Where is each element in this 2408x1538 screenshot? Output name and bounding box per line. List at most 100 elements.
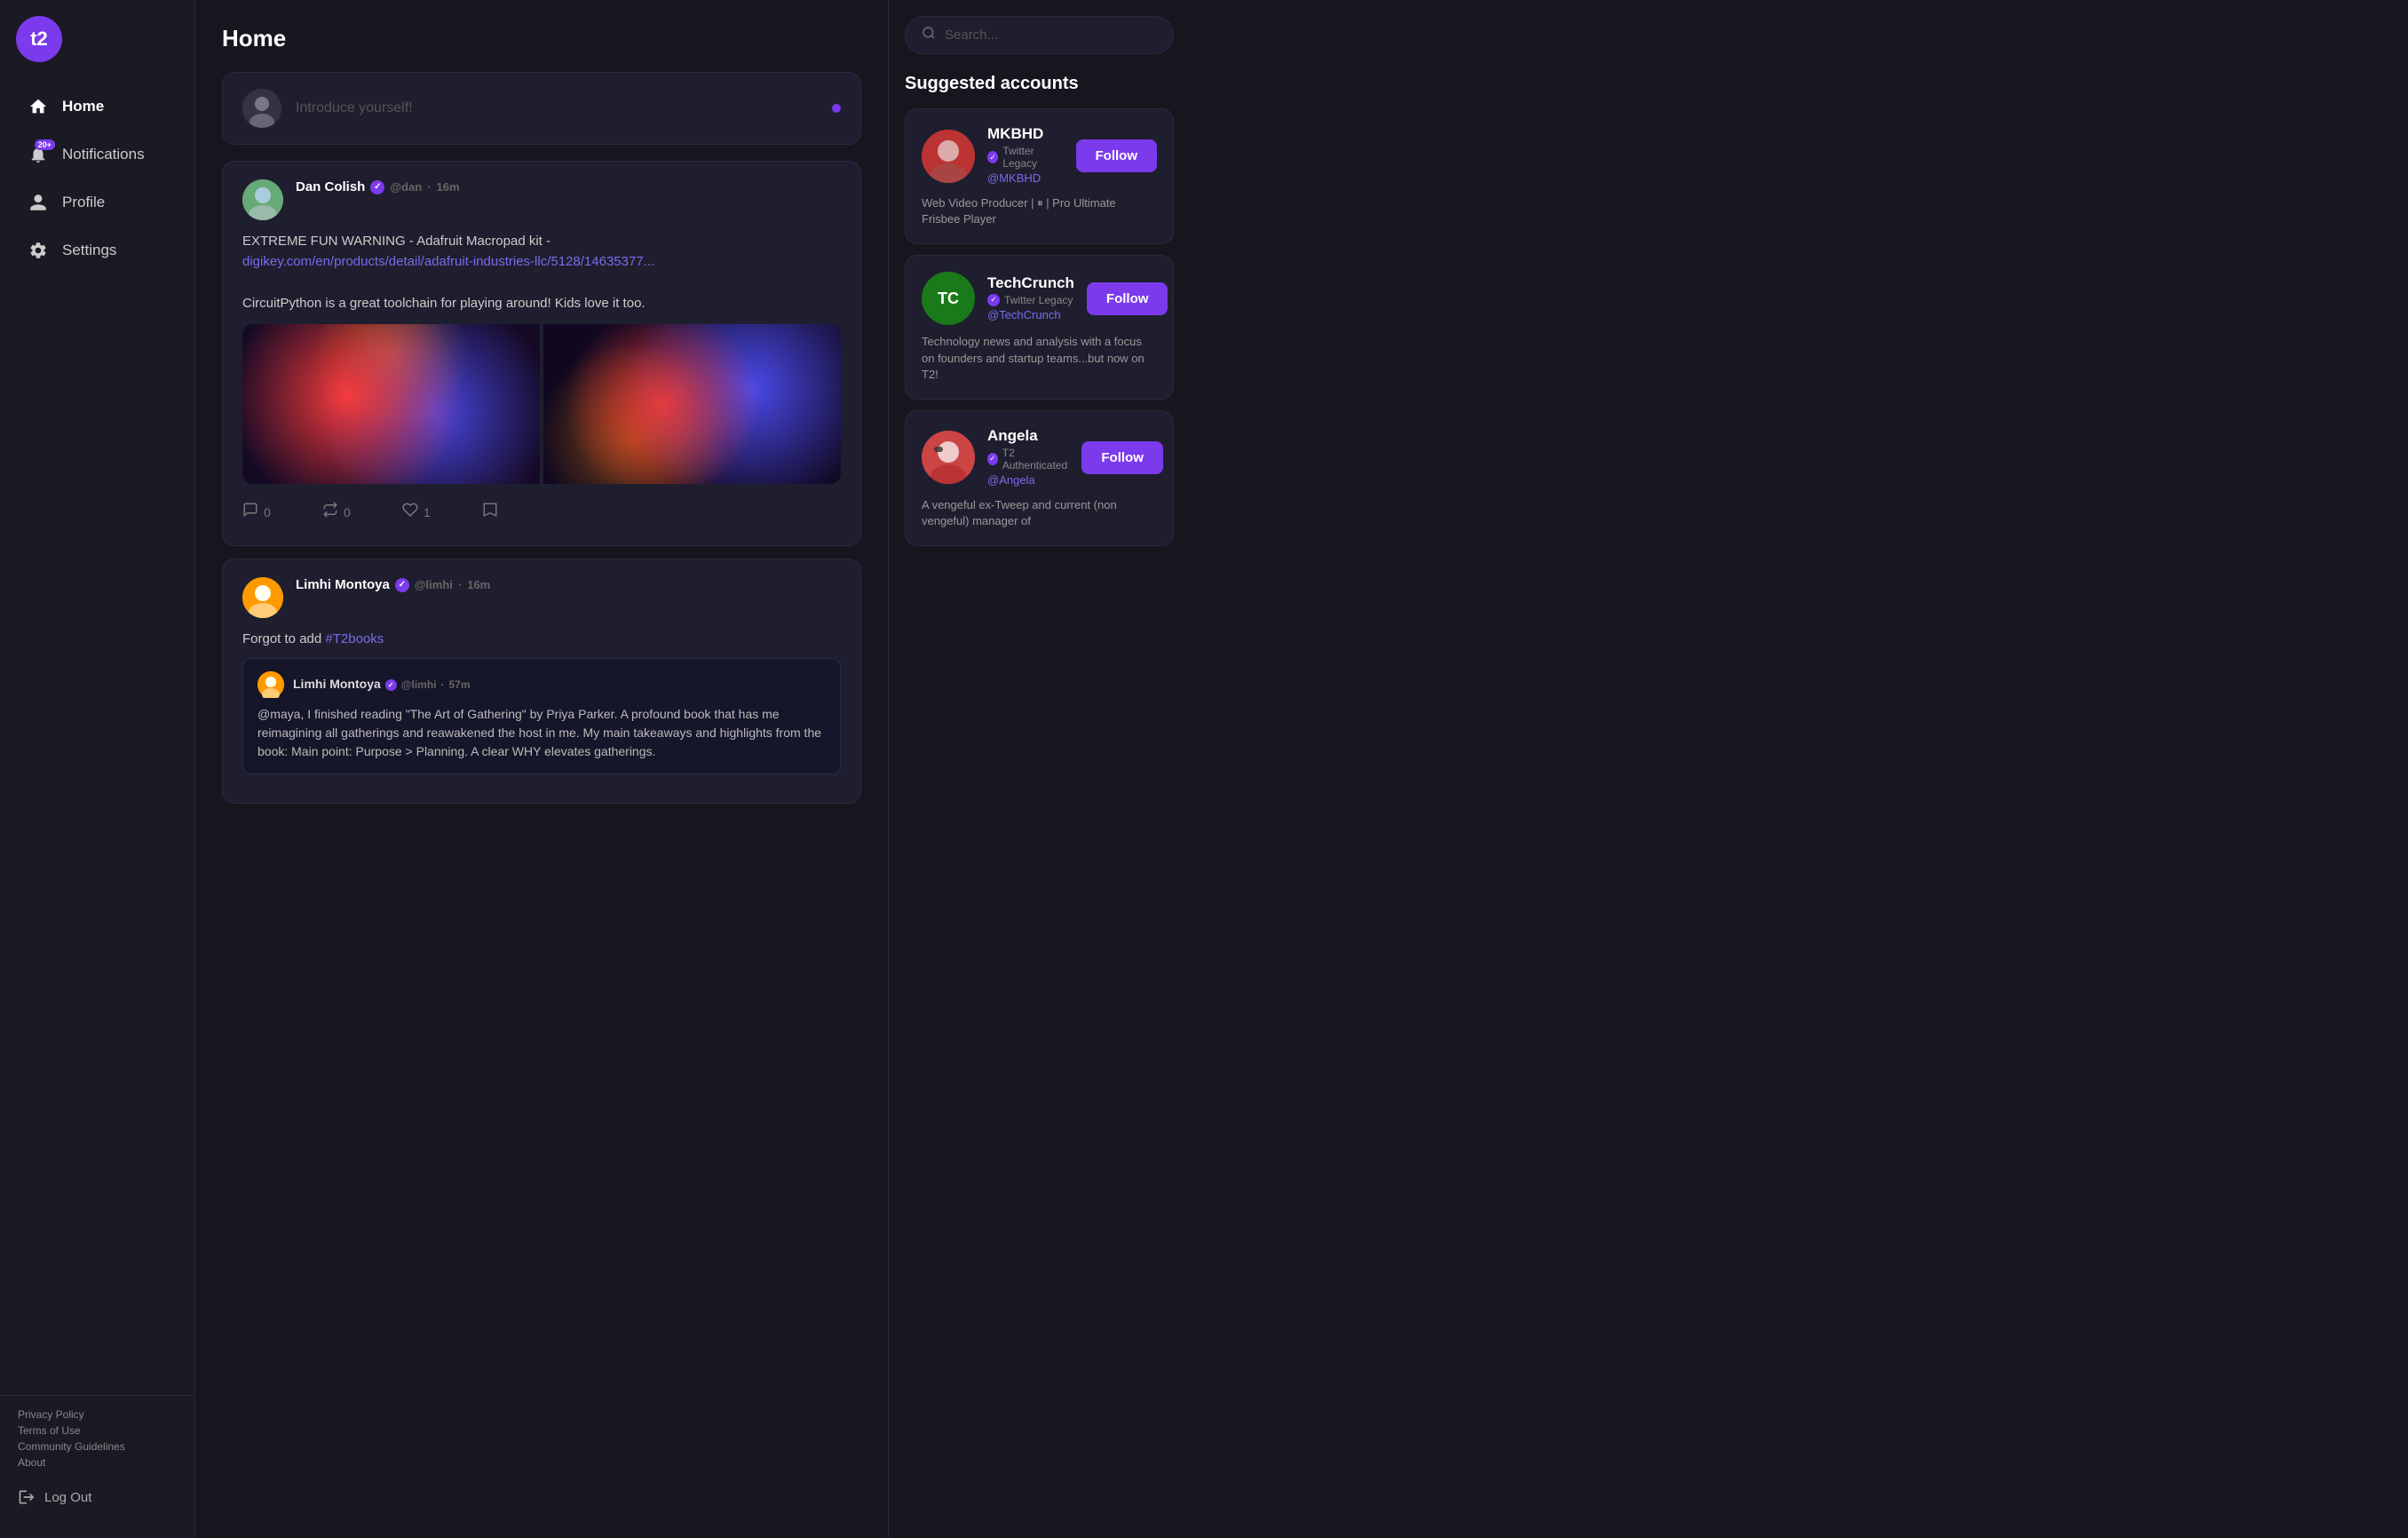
quoted-post: Limhi Montoya ✓ @limhi · 57m @maya, I fi…	[242, 658, 841, 774]
footer-link-about[interactable]: About	[18, 1456, 177, 1469]
sidebar-label-settings: Settings	[62, 242, 116, 259]
suggested-handle: @MKBHD	[987, 171, 1064, 185]
suggested-avatar-tc: TC	[922, 272, 975, 325]
quoted-body: @maya, I finished reading "The Art of Ga…	[257, 705, 826, 761]
suggested-top: Angela ✓ T2 Authenticated @Angela Follow	[922, 427, 1157, 488]
post-handle: @limhi	[415, 578, 453, 591]
suggested-desc-mkbhd: Web Video Producer | ⏸ | Pro Ultimate Fr…	[922, 195, 1157, 227]
bookmark-action[interactable]	[482, 496, 562, 527]
post-body: Forgot to add #T2books Limhi Montoya ✓ @…	[242, 629, 841, 774]
sidebar-item-notifications[interactable]: 20+ Notifications	[9, 131, 186, 178]
post-actions: 0 0 1	[242, 496, 841, 527]
suggested-handle: @TechCrunch	[987, 308, 1074, 321]
suggested-badge: ✓ T2 Authenticated	[987, 447, 1069, 472]
sidebar-label-notifications: Notifications	[62, 146, 145, 163]
search-icon	[922, 26, 936, 44]
suggested-avatar-mkbhd	[922, 130, 975, 183]
suggested-info-angela: Angela ✓ T2 Authenticated @Angela	[987, 427, 1069, 488]
repost-icon	[322, 502, 338, 522]
suggested-card-mkbhd: MKBHD ✓ Twitter Legacy @MKBHD Follow Web…	[905, 108, 1174, 244]
post-text-main: EXTREME FUN WARNING - Adafruit Macropad …	[242, 234, 551, 249]
search-bar[interactable]	[905, 16, 1174, 54]
quoted-author: Limhi Montoya ✓ @limhi · 57m	[293, 675, 471, 694]
page-title: Home	[222, 25, 861, 52]
suggested-avatar-angela	[922, 431, 975, 484]
bell-icon: 20+	[27, 143, 50, 166]
badge-label: Twitter Legacy	[1002, 145, 1063, 170]
footer-link-privacy[interactable]: Privacy Policy	[18, 1408, 177, 1421]
repost-count: 0	[344, 505, 351, 519]
quoted-header: Limhi Montoya ✓ @limhi · 57m	[257, 671, 826, 698]
footer-link-terms[interactable]: Terms of Use	[18, 1424, 177, 1437]
suggested-name: MKBHD	[987, 125, 1064, 143]
quoted-avatar	[257, 671, 284, 698]
app-logo[interactable]: t2	[16, 16, 62, 62]
compose-box[interactable]: Introduce yourself!	[222, 72, 861, 145]
sidebar-item-profile[interactable]: Profile	[9, 179, 186, 226]
logout-label: Log Out	[44, 1490, 91, 1505]
quoted-verified: ✓	[385, 679, 397, 691]
post-author: Limhi Montoya ✓ @limhi · 16m	[296, 577, 841, 592]
search-input[interactable]	[945, 28, 1157, 43]
sidebar-nav: Home 20+ Notifications Profile Settings	[0, 82, 194, 1395]
follow-button-angela[interactable]: Follow	[1081, 441, 1163, 474]
gear-icon	[27, 239, 50, 262]
verified-badge: ✓	[395, 578, 409, 592]
post-avatar	[242, 179, 283, 220]
post-meta: Limhi Montoya ✓ @limhi · 16m	[296, 577, 841, 592]
sidebar: t2 Home 20+ Notifications Profile	[0, 0, 195, 1538]
badge-label: Twitter Legacy	[1004, 294, 1073, 306]
logout-icon	[18, 1488, 36, 1506]
post-hashtag[interactable]: #T2books	[325, 631, 384, 646]
post-body: EXTREME FUN WARNING - Adafruit Macropad …	[242, 231, 841, 313]
post-text-extra: CircuitPython is a great toolchain for p…	[242, 296, 646, 311]
badge-dot: ✓	[987, 453, 998, 465]
main-area: Home Introduce yourself! Dan Colish ✓ @d…	[195, 0, 2408, 1538]
feed: Home Introduce yourself! Dan Colish ✓ @d…	[195, 0, 888, 1538]
badge-dot: ✓	[987, 151, 998, 163]
sidebar-label-home: Home	[62, 98, 104, 115]
sidebar-footer: Privacy Policy Terms of Use Community Gu…	[0, 1395, 194, 1522]
follow-button-mkbhd[interactable]: Follow	[1076, 139, 1158, 172]
author-name: Limhi Montoya	[296, 577, 390, 592]
repost-action[interactable]: 0	[322, 496, 402, 527]
post-images	[242, 324, 841, 484]
post-avatar	[242, 577, 283, 618]
post-header: Limhi Montoya ✓ @limhi · 16m	[242, 577, 841, 618]
badge-dot: ✓	[987, 294, 1000, 306]
post-image-1	[242, 324, 540, 484]
post-meta: Dan Colish ✓ @dan · 16m	[296, 179, 841, 194]
suggested-badge: ✓ Twitter Legacy	[987, 294, 1074, 306]
suggested-title: Suggested accounts	[905, 74, 1174, 94]
like-icon	[402, 502, 418, 522]
like-action[interactable]: 1	[402, 496, 482, 527]
post-time: ·	[458, 578, 462, 591]
footer-link-community[interactable]: Community Guidelines	[18, 1440, 177, 1453]
comment-action[interactable]: 0	[242, 496, 322, 527]
suggested-top: TC TechCrunch ✓ Twitter Legacy @TechCrun…	[922, 272, 1157, 325]
notifications-badge: 20+	[35, 139, 55, 150]
post-card: Limhi Montoya ✓ @limhi · 16m Forgot to a…	[222, 559, 861, 804]
follow-button-tc[interactable]: Follow	[1087, 282, 1168, 315]
post-header: Dan Colish ✓ @dan · 16m	[242, 179, 841, 220]
suggested-name: Angela	[987, 427, 1069, 445]
logout-button[interactable]: Log Out	[18, 1481, 177, 1513]
footer-links: Privacy Policy Terms of Use Community Gu…	[18, 1408, 177, 1469]
suggested-card-tc: TC TechCrunch ✓ Twitter Legacy @TechCrun…	[905, 255, 1174, 400]
post-link[interactable]: digikey.com/en/products/detail/adafruit-…	[242, 254, 654, 269]
comment-icon	[242, 502, 258, 522]
sidebar-item-settings[interactable]: Settings	[9, 227, 186, 274]
like-count: 1	[424, 505, 431, 519]
sidebar-label-profile: Profile	[62, 194, 105, 211]
suggested-name: TechCrunch	[987, 274, 1074, 292]
suggested-desc-angela: A vengeful ex-Tweep and current (non ven…	[922, 497, 1157, 529]
compose-placeholder[interactable]: Introduce yourself!	[296, 100, 818, 116]
post-timestamp: 16m	[436, 180, 459, 194]
post-handle: @dan	[390, 180, 422, 194]
verified-badge: ✓	[370, 180, 384, 194]
post-author: Dan Colish ✓ @dan · 16m	[296, 179, 841, 194]
author-name: Dan Colish	[296, 179, 365, 194]
suggested-handle: @Angela	[987, 473, 1069, 487]
post-time: ·	[427, 180, 431, 194]
sidebar-item-home[interactable]: Home	[9, 83, 186, 130]
